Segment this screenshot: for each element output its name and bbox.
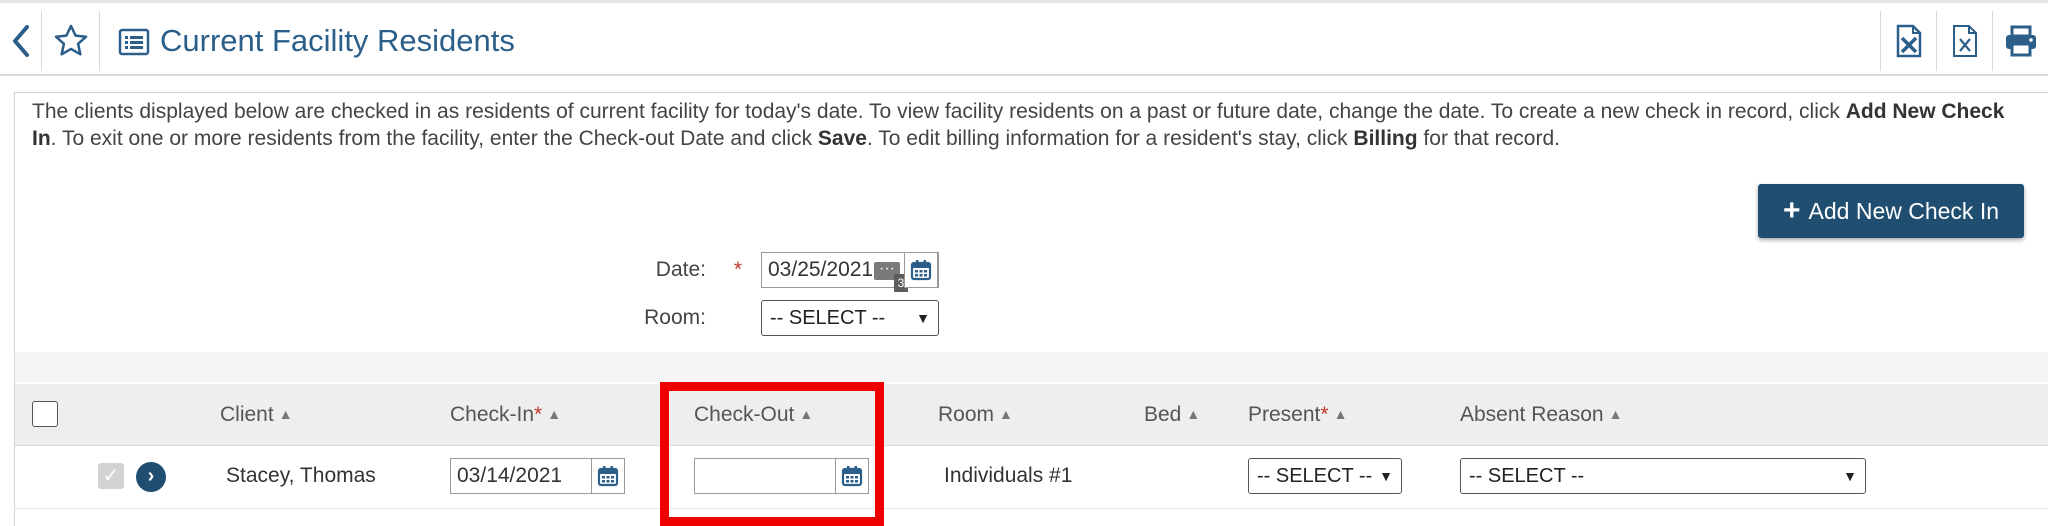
check-in-date-input[interactable]: 03/14/2021 [450, 458, 592, 494]
print-button[interactable] [1992, 11, 2048, 71]
room-select[interactable]: -- SELECT -- ▼ [761, 300, 939, 336]
room-value: Individuals #1 [944, 464, 1073, 487]
add-new-check-in-button[interactable]: + Add New Check In [1758, 184, 2024, 238]
back-icon [12, 25, 29, 57]
calendar-icon [910, 260, 932, 281]
date-required-mark: * [733, 258, 742, 281]
present-select-value: -- SELECT -- [1257, 465, 1373, 487]
chevron-right-icon: › [147, 465, 155, 487]
export-excel-button[interactable] [1880, 11, 1936, 71]
column-header-absent-reason[interactable]: Absent Reason ▲ [1460, 400, 1622, 429]
check-in-calendar-button[interactable] [591, 458, 625, 494]
date-calendar-button[interactable] [904, 252, 938, 288]
star-icon [54, 24, 87, 56]
column-header-room[interactable]: Room ▲ [938, 400, 1013, 429]
chevron-down-icon: ▼ [916, 310, 930, 326]
check-out-highlight-box [660, 382, 884, 526]
chevron-down-icon: ▼ [1843, 468, 1857, 484]
table-header [15, 384, 2048, 446]
page-header: Current Facility Residents [0, 0, 2048, 76]
table-spacer [15, 352, 2048, 382]
print-icon [2005, 25, 2036, 57]
excel-export-icon [1952, 25, 1977, 57]
column-header-check-in[interactable]: Check-In* ▲ [450, 400, 561, 429]
select-all-checkbox[interactable] [32, 401, 58, 427]
calendar-icon [597, 466, 619, 487]
instructions-text: The clients displayed below are checked … [32, 100, 2005, 150]
sort-icon: ▲ [278, 406, 293, 422]
column-header-bed[interactable]: Bed ▲ [1144, 400, 1200, 429]
room-label: Room: [644, 306, 706, 329]
absent-reason-select-value: -- SELECT -- [1469, 465, 1585, 487]
column-header-client[interactable]: Client ▲ [220, 400, 293, 429]
excel-export-icon [1896, 24, 1921, 58]
present-select[interactable]: -- SELECT -- ▼ [1248, 458, 1402, 494]
sort-icon: ▲ [1333, 406, 1348, 422]
chevron-down-icon: ▼ [1379, 468, 1393, 484]
sort-icon: ▲ [1186, 406, 1201, 422]
back-button[interactable] [0, 11, 42, 71]
client-name: Stacey, Thomas [226, 464, 376, 487]
row-checkbox: ✓ [98, 463, 124, 489]
plus-icon: + [1782, 194, 1801, 227]
list-icon [118, 28, 150, 56]
export-excel-alt-button[interactable] [1936, 11, 1992, 71]
date-label: Date: [655, 258, 706, 281]
favorite-button[interactable] [42, 11, 100, 71]
sort-icon: ▲ [999, 406, 1013, 422]
sort-icon: ▲ [547, 406, 562, 422]
expand-row-button[interactable]: › [136, 462, 166, 492]
page-title: Current Facility Residents [160, 23, 515, 58]
column-header-present[interactable]: Present* ▲ [1248, 400, 1347, 429]
room-select-value: -- SELECT -- [770, 307, 886, 329]
absent-reason-select[interactable]: -- SELECT -- ▼ [1460, 458, 1866, 494]
add-new-check-in-label: Add New Check In [1808, 197, 1999, 224]
sort-icon: ▲ [1608, 406, 1623, 422]
